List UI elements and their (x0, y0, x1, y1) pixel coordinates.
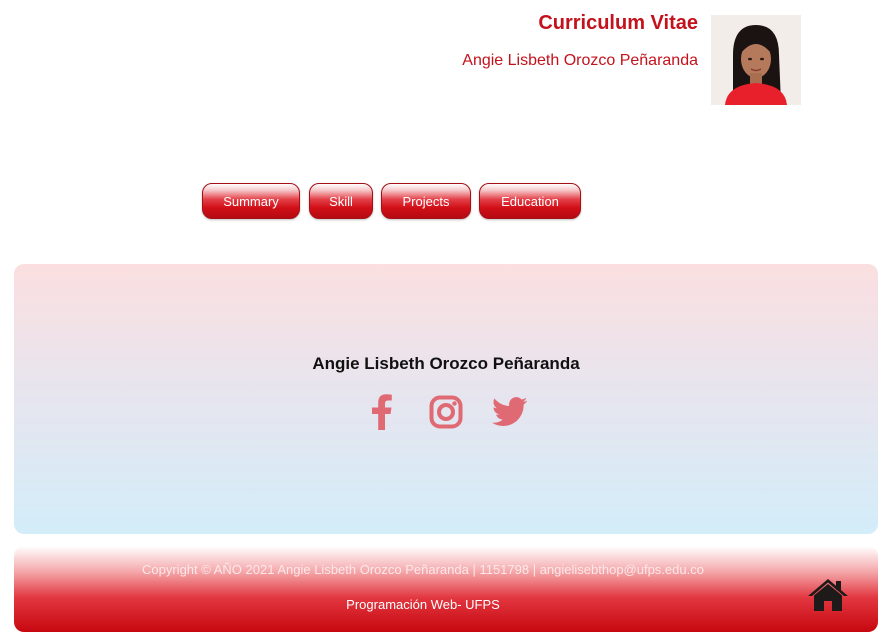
social-links (14, 394, 878, 430)
profile-name: Angie Lisbeth Orozco Peñaranda (312, 354, 580, 373)
footer-subtitle: Programación Web- UFPS (346, 597, 500, 612)
nav-skill-button[interactable]: Skill (309, 183, 373, 219)
nav-summary-button[interactable]: Summary (202, 183, 300, 219)
profile-photo (711, 15, 801, 105)
instagram-icon[interactable] (428, 394, 464, 430)
page-title: Curriculum Vitae (538, 12, 698, 34)
facebook-icon[interactable] (364, 394, 400, 430)
header-author-name: Angie Lisbeth Orozco Peñaranda (462, 52, 698, 69)
page-footer: Copyright © AÑO 2021 Angie Lisbeth Orozc… (14, 546, 878, 632)
nav-education-button[interactable]: Education (479, 183, 581, 219)
home-icon[interactable] (807, 578, 849, 612)
footer-copyright: Copyright © AÑO 2021 Angie Lisbeth Orozc… (142, 562, 704, 577)
twitter-icon[interactable] (492, 394, 528, 430)
nav-projects-button[interactable]: Projects (381, 183, 471, 219)
profile-panel: Angie Lisbeth Orozco Peñaranda (14, 264, 878, 534)
